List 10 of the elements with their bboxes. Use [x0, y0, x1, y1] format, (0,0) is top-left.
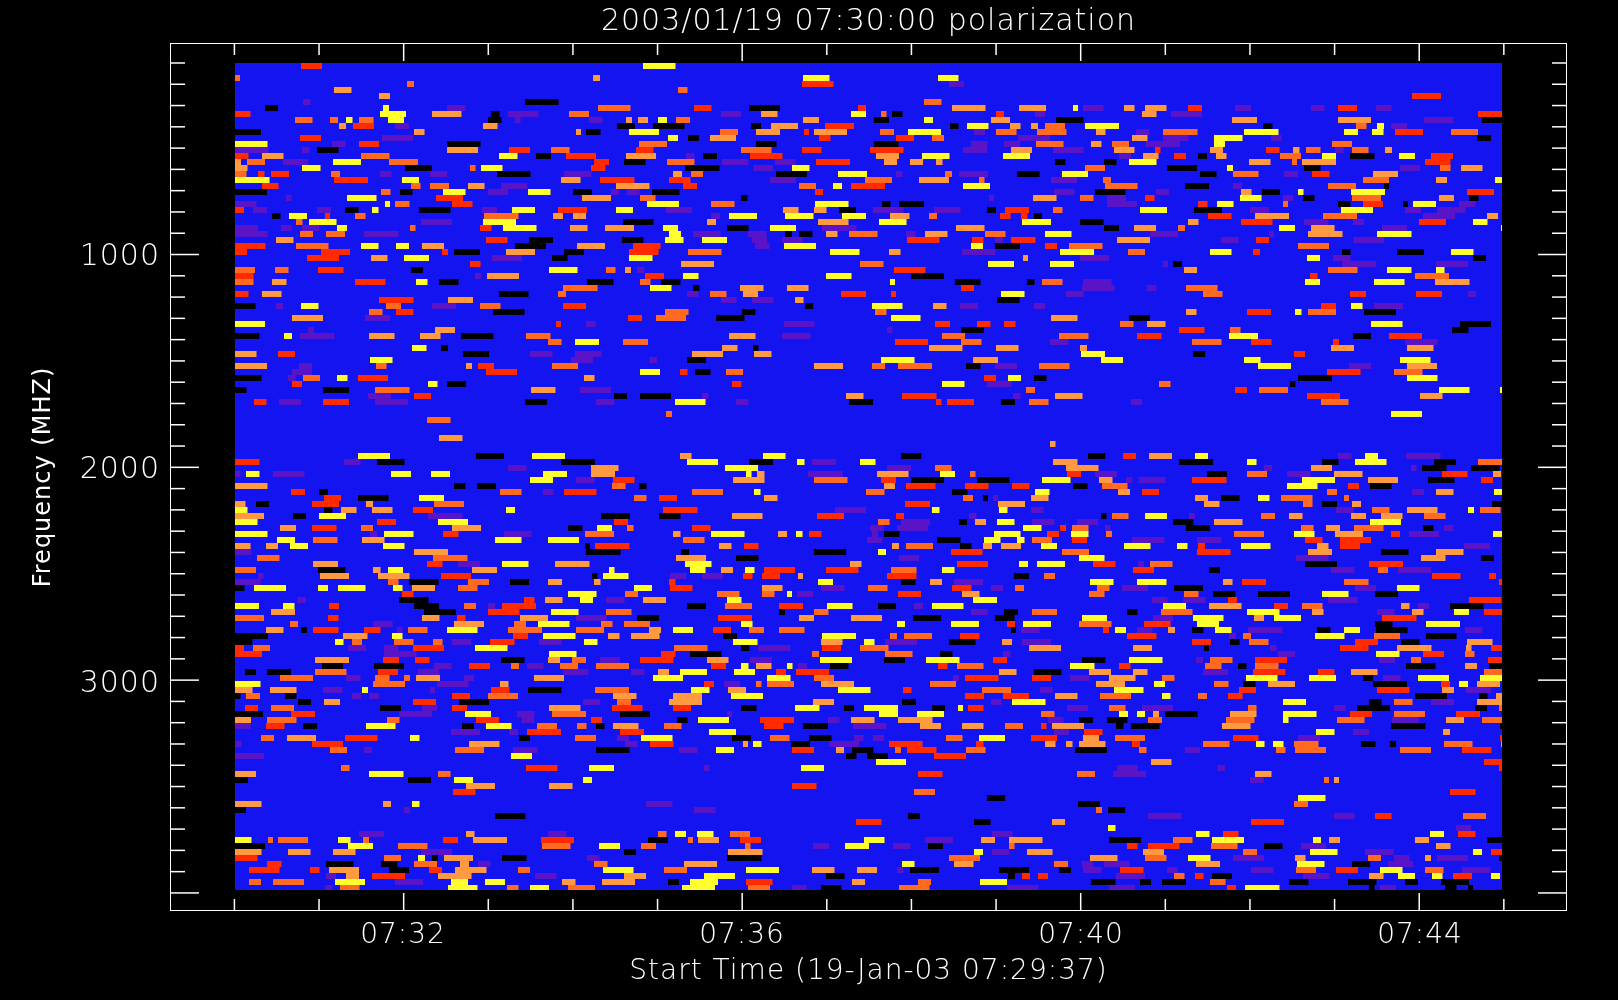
x-tick-label: 07:40	[1038, 917, 1124, 950]
x-tick-label: 07:32	[360, 917, 446, 950]
chart-title: 2003/01/19 07:30:00 polarization	[599, 1, 1138, 39]
y-tick-label: 2000	[79, 449, 160, 485]
y-tick-label: 1000	[79, 236, 160, 272]
x-axis-label: Start Time (19-Jan-03 07:29:37)	[629, 953, 1108, 986]
y-tick-label: 3000	[79, 663, 160, 699]
x-tick-label: 07:36	[699, 917, 785, 950]
y-axis-label: Frequency (MHZ)	[28, 366, 56, 588]
x-tick-label: 07:44	[1377, 917, 1463, 950]
